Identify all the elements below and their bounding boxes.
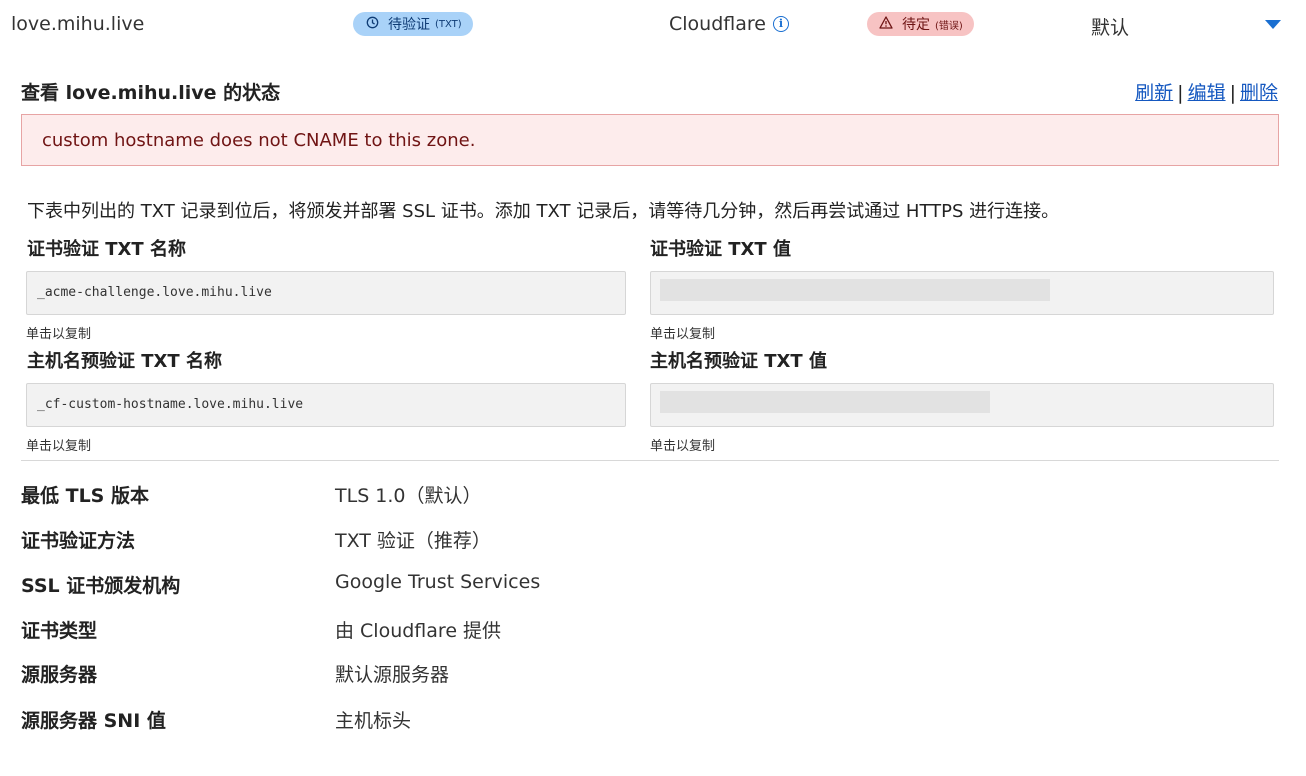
copy-hint: 单击以复制 — [26, 439, 92, 454]
hostname-status-sub: (错误) — [935, 20, 963, 32]
detail-value: TLS 1.0（默认） — [335, 485, 482, 507]
redacted-value — [660, 391, 990, 413]
cert-txt-name-label: 证书验证 TXT 名称 — [27, 239, 186, 260]
delete-link[interactable]: 删除 — [1240, 82, 1278, 104]
hostname-status-label: 待定 — [902, 17, 930, 33]
cert-status-label: 待验证 — [388, 17, 430, 33]
chevron-down-icon[interactable] — [1265, 20, 1281, 29]
hostname-txt-value-field[interactable] — [650, 383, 1274, 427]
hostname-status-badge: 待定 (错误) — [867, 12, 974, 36]
warning-icon — [878, 15, 894, 33]
detail-value: 由 Cloudflare 提供 — [335, 620, 502, 642]
separator: | — [1177, 82, 1184, 104]
detail-value: Google Trust Services — [335, 571, 541, 593]
refresh-link[interactable]: 刷新 — [1135, 82, 1173, 104]
info-icon[interactable]: i — [772, 16, 789, 32]
origin-cell: 默认 — [1091, 17, 1130, 39]
description-text: 下表中列出的 TXT 记录到位后，将颁发并部署 SSL 证书。添加 TXT 记录… — [27, 201, 1060, 222]
provider-name: Cloudflare — [669, 13, 766, 35]
error-message: custom hostname does not CNAME to this z… — [42, 130, 476, 151]
hostname-txt-name-label: 主机名预验证 TXT 名称 — [27, 351, 222, 372]
detail-label: 最低 TLS 版本 — [21, 485, 149, 507]
cert-txt-value-field[interactable] — [650, 271, 1274, 315]
error-alert: custom hostname does not CNAME to this z… — [21, 114, 1279, 166]
copy-hint: 单击以复制 — [650, 327, 716, 342]
divider — [21, 460, 1279, 461]
status-title: 查看 love.mihu.live 的状态 — [21, 82, 281, 104]
detail-label: 源服务器 — [21, 664, 98, 686]
cert-status-badge: 待验证 (TXT) — [353, 12, 473, 36]
hostname-txt-value-label: 主机名预验证 TXT 值 — [650, 351, 827, 372]
cert-txt-name-field[interactable]: _acme-challenge.love.mihu.live — [26, 271, 626, 315]
provider-cell: Cloudflare i — [669, 13, 789, 35]
detail-label: 证书类型 — [21, 620, 98, 642]
hostname-cell: love.mihu.live — [11, 13, 145, 35]
cert-txt-name-value: _acme-challenge.love.mihu.live — [37, 285, 272, 300]
edit-link[interactable]: 编辑 — [1188, 82, 1226, 104]
detail-value: TXT 验证（推荐） — [335, 530, 491, 552]
redacted-value — [660, 279, 1050, 301]
hostname-txt-name-value: _cf-custom-hostname.love.mihu.live — [37, 397, 304, 412]
copy-hint: 单击以复制 — [650, 439, 716, 454]
detail-value: 主机标头 — [335, 710, 412, 732]
cert-status-sub: (TXT) — [435, 18, 462, 30]
detail-value: 默认源服务器 — [335, 664, 450, 686]
detail-label: 证书验证方法 — [21, 530, 136, 552]
status-actions: 刷新 | 编辑 | 删除 — [1135, 78, 1278, 105]
clock-icon — [364, 16, 380, 33]
separator: | — [1229, 82, 1236, 104]
cert-txt-value-label: 证书验证 TXT 值 — [650, 239, 791, 260]
copy-hint: 单击以复制 — [26, 327, 92, 342]
hostname-txt-name-field[interactable]: _cf-custom-hostname.love.mihu.live — [26, 383, 626, 427]
detail-label: SSL 证书颁发机构 — [21, 575, 181, 597]
detail-label: 源服务器 SNI 值 — [21, 710, 166, 732]
